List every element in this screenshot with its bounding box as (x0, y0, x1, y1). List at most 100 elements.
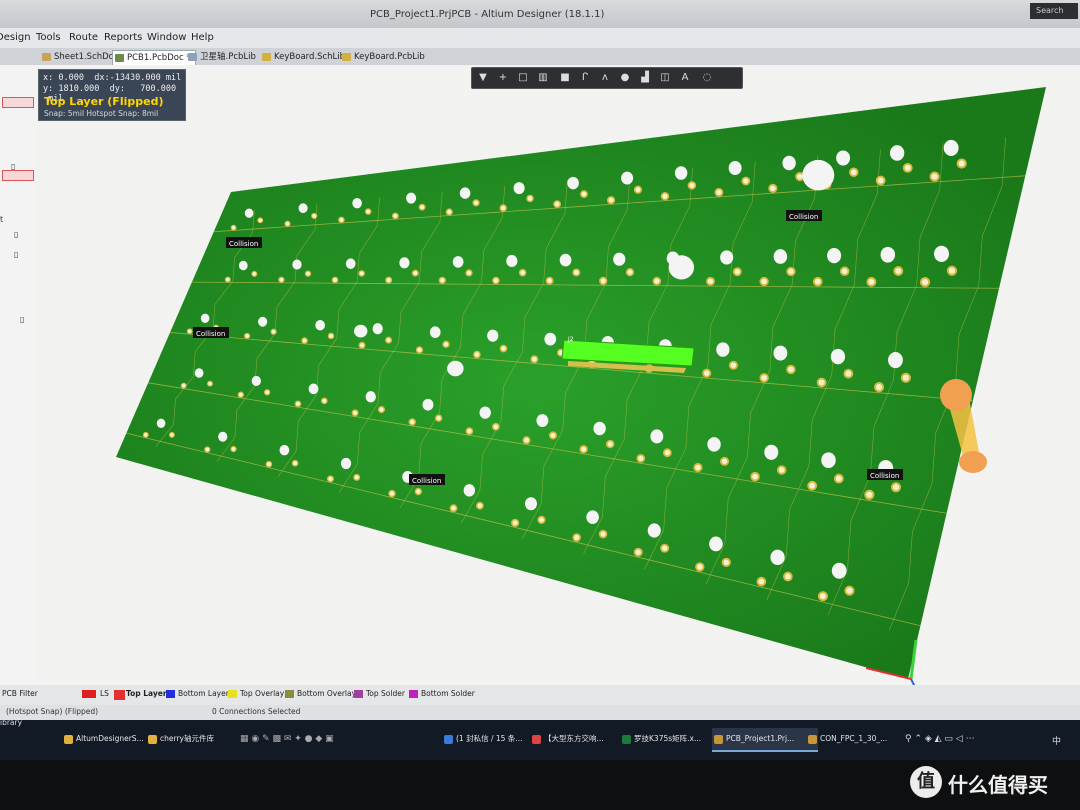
switch-hole (345, 258, 356, 269)
pad (304, 270, 312, 277)
pad (511, 518, 520, 527)
layer-tab-bottom[interactable]: Bottom Layer (178, 689, 229, 698)
switch-hole (544, 332, 557, 346)
svg-text:Collision: Collision (789, 213, 818, 221)
pad (580, 190, 588, 199)
layer-tab-bottom-solder[interactable]: Bottom Solder (421, 689, 475, 698)
tab-keyboard-schlib[interactable]: KeyBoard.SchLib (260, 50, 345, 65)
collision-label: Collision (226, 237, 262, 248)
arc-icon[interactable]: ᴧ (598, 71, 612, 85)
menu-window[interactable]: Window (147, 32, 186, 43)
polygon-icon[interactable]: ▟ (638, 71, 652, 85)
pad (465, 269, 473, 277)
pad (816, 377, 827, 388)
pad (338, 216, 345, 224)
task-browser-music[interactable]: 【大型东方交响... (530, 728, 604, 750)
pad (224, 276, 231, 283)
projects-panel: ▯ t ▯ ▯ ▯ (0, 65, 36, 685)
menu-help[interactable]: Help (191, 32, 214, 43)
layer-tab-top[interactable]: Top Layer (126, 689, 167, 698)
switch-hole (200, 313, 210, 323)
layer-tab-top-overlay[interactable]: Top Overlay (240, 689, 284, 698)
pcb-filter-label[interactable]: PCB Filter (2, 689, 38, 698)
pad (414, 487, 423, 496)
pcb-icon (115, 54, 124, 62)
pad (900, 372, 911, 383)
pad (660, 543, 670, 553)
pad (606, 196, 616, 205)
switch-hole (524, 497, 537, 511)
switch-hole (674, 166, 688, 180)
task-altium-folder[interactable]: AltumDesignerS... (62, 728, 144, 750)
component-icon[interactable]: ■ (558, 71, 572, 85)
windows-taskbar: ibrary AltumDesignerS... cherry轴元件库 ▦ ◉ … (0, 718, 1080, 760)
pad (411, 269, 419, 277)
pad (812, 276, 823, 287)
pad (956, 158, 967, 169)
task-altium-project[interactable]: PCB_Project1.Prj... (712, 728, 818, 752)
task-con-fpc[interactable]: CON_FPC_1_30_... (806, 728, 887, 750)
menu-reports[interactable]: Reports (104, 32, 142, 43)
task-excel[interactable]: 罗技K375s矩阵.x... (620, 728, 701, 750)
text-icon[interactable]: A (678, 71, 692, 85)
coordinate-hud: x: 0.000 dx:-13430.000 mil y: 1810.000 d… (38, 69, 186, 121)
circle-icon[interactable]: ◌ (700, 71, 714, 85)
chart-icon[interactable]: ▥ (536, 71, 550, 85)
task-browser-zhihu[interactable]: (1 封私信 / 15 条... (442, 728, 522, 750)
svg-text:Collision: Collision (196, 330, 225, 338)
active-bar: ▼ + □ ▥ ■ ᒋ ᴧ ● ▟ ◫ A ◌ (471, 67, 743, 89)
folder-icon (64, 735, 73, 744)
pad (522, 436, 531, 445)
svg-text:Collision: Collision (412, 477, 441, 485)
pad (294, 400, 302, 408)
layer-color-swatch (228, 690, 237, 698)
switch-hole (513, 182, 525, 195)
tab-keyboard-pcblib[interactable]: KeyBoard.PcbLib (340, 50, 425, 65)
task-cherry-folder[interactable]: cherry轴元件库 (146, 728, 214, 750)
switch-hole (429, 326, 441, 338)
tab-satellite-lib[interactable]: 卫星轴.PcbLib (186, 50, 256, 65)
pad (168, 431, 175, 438)
layer-tab-bottom-overlay[interactable]: Bottom Overlay (297, 689, 356, 698)
switch-hole (258, 316, 268, 327)
switch-hole (194, 368, 204, 378)
dimension-icon[interactable]: ◫ (658, 71, 672, 85)
pad (278, 276, 285, 283)
pad (270, 328, 277, 335)
select-icon[interactable]: □ (516, 71, 530, 85)
pad (472, 199, 480, 207)
menu-design[interactable]: Design (0, 32, 31, 43)
plus-icon[interactable]: + (496, 71, 510, 85)
route-icon[interactable]: ᒋ (578, 71, 592, 85)
pad (902, 162, 913, 173)
watermark-text: 什么值得买 (948, 773, 1048, 797)
panel-item-selected[interactable] (2, 170, 34, 181)
menu-route[interactable]: Route (69, 32, 98, 43)
switch-hole (244, 208, 254, 218)
pad (434, 414, 443, 422)
tab-sheet1[interactable]: Sheet1.SchDoc (40, 50, 119, 65)
pad (438, 276, 446, 285)
pad (890, 482, 902, 493)
panel-item-selected[interactable] (2, 97, 34, 108)
tray-icons[interactable]: ⚲ ⌃ ◈ ◭ ▭ ◁ ⋯ (905, 734, 975, 744)
pad-icon[interactable]: ● (618, 71, 632, 85)
switch-hole (647, 523, 661, 538)
tab-label: Sheet1.SchDoc (54, 52, 119, 62)
layer-set-label[interactable]: LS (100, 689, 109, 698)
search-box[interactable]: Search (1030, 3, 1078, 19)
switch-hole (506, 254, 518, 268)
menu-tools[interactable]: Tools (36, 32, 61, 43)
document-icon: ▯ (14, 230, 19, 239)
filter-icon[interactable]: ▼ (476, 71, 490, 85)
switch-hole (279, 444, 290, 456)
tab-pcb1[interactable]: PCB1.PcbDoc * (112, 50, 196, 66)
switch-hole (372, 323, 383, 335)
pcb-board-view[interactable]: J2 Z Collision Collision Collision Colli… (36, 65, 1080, 685)
layer-tab-top-solder[interactable]: Top Solder (366, 689, 405, 698)
pcb-canvas[interactable]: J2 Z Collision Collision Collision Colli… (36, 65, 1080, 685)
ime-indicator[interactable]: 中 (1052, 734, 1061, 747)
hud-layer: Top Layer (Flipped) (44, 95, 164, 108)
pad (946, 265, 958, 276)
taskbar-app-icons[interactable]: ▦ ◉ ✎ ▩ ✉ ✦ ● ◆ ▣ (240, 734, 334, 744)
